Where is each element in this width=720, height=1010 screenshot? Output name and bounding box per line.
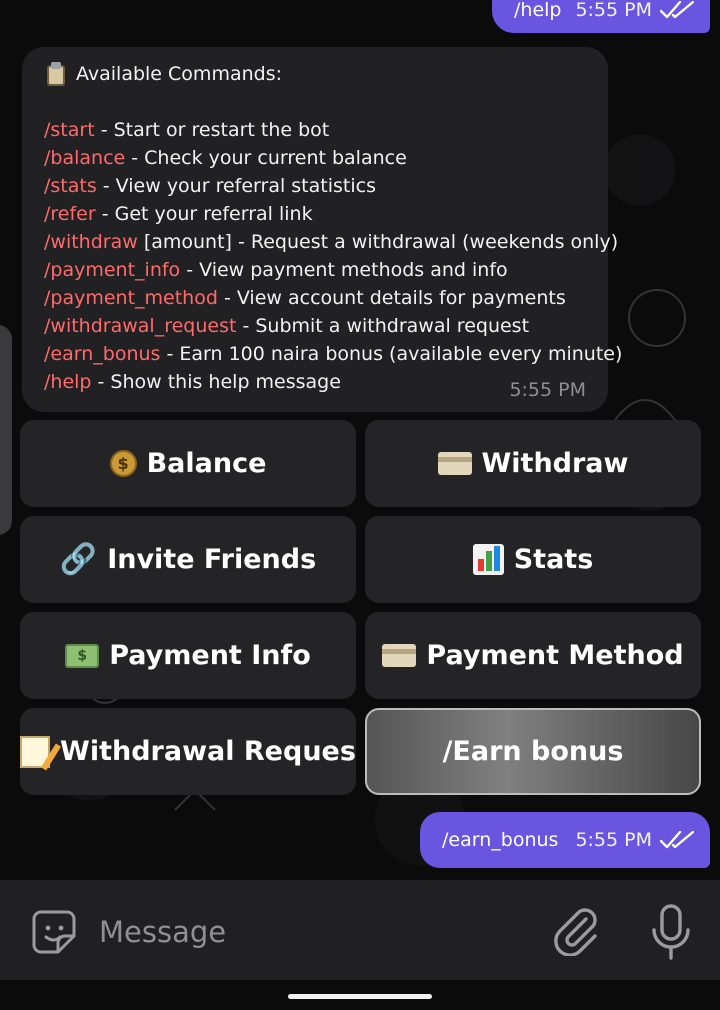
outgoing-message-help: /help 5:55 PM bbox=[492, 0, 710, 33]
double-check-icon bbox=[660, 0, 694, 18]
message-text: /help bbox=[514, 0, 562, 21]
command-description: - Show this help message bbox=[91, 371, 341, 393]
button-label: Withdrawal Reques bbox=[60, 736, 356, 767]
double-check-icon bbox=[660, 831, 694, 849]
microphone-icon[interactable] bbox=[650, 904, 692, 960]
message-input[interactable] bbox=[99, 904, 519, 959]
command-description: - Get your referral link bbox=[95, 203, 313, 225]
command-description: - Start or restart the bot bbox=[94, 119, 330, 141]
earn-bonus-button[interactable]: /Earn bonus bbox=[365, 708, 701, 795]
button-label: Balance bbox=[146, 448, 267, 479]
command-link[interactable]: /help bbox=[44, 371, 91, 393]
button-label: Stats bbox=[513, 544, 594, 575]
button-label: /Earn bonus bbox=[442, 736, 624, 767]
command-description: - View account details for payments bbox=[217, 287, 566, 309]
command-line-stats: /stats - View your referral statistics bbox=[44, 172, 588, 200]
incoming-message-available-commands: Available Commands: /start - Start or re… bbox=[22, 47, 622, 412]
link-icon: 🔗 bbox=[59, 541, 98, 577]
command-line-help: /help - Show this help message bbox=[44, 368, 588, 396]
command-link[interactable]: /payment_info bbox=[44, 259, 180, 281]
side-panel-handle[interactable] bbox=[0, 325, 12, 535]
withdraw-button[interactable]: Withdraw bbox=[365, 420, 701, 507]
money-bag-icon: $ bbox=[109, 450, 137, 477]
button-label: Withdraw bbox=[481, 448, 629, 479]
command-link[interactable]: /stats bbox=[44, 175, 97, 197]
command-line-refer: /refer - Get your referral link bbox=[44, 200, 588, 228]
help-title-text: Available Commands: bbox=[76, 63, 282, 85]
sticker-icon[interactable] bbox=[31, 909, 77, 955]
memo-icon bbox=[20, 735, 51, 768]
button-label: Payment Info bbox=[109, 640, 311, 671]
home-indicator[interactable] bbox=[288, 994, 432, 999]
button-label: Invite Friends bbox=[107, 544, 317, 575]
message-time: 5:55 PM bbox=[575, 0, 652, 21]
command-description: - Earn 100 naira bonus (available every … bbox=[160, 343, 623, 365]
credit-card-icon bbox=[437, 452, 472, 475]
command-line-withdrawal-request: /withdrawal_request - Submit a withdrawa… bbox=[44, 312, 588, 340]
command-line-payment-info: /payment_info - View payment methods and… bbox=[44, 256, 588, 284]
command-line-withdraw: /withdraw [amount] - Request a withdrawa… bbox=[44, 228, 618, 256]
withdrawal-request-button[interactable]: Withdrawal Reques bbox=[20, 708, 356, 795]
command-description: - Check your current balance bbox=[125, 147, 407, 169]
help-title: Available Commands: bbox=[44, 60, 588, 88]
bar-chart-icon bbox=[472, 544, 504, 575]
command-link[interactable]: /start bbox=[44, 119, 95, 141]
outgoing-message-earn-bonus: /earn_bonus 5:55 PM bbox=[420, 812, 710, 868]
command-description: - View your referral statistics bbox=[96, 175, 376, 197]
command-line-start: /start - Start or restart the bot bbox=[44, 116, 588, 144]
command-line-payment-method: /payment_method - View account details f… bbox=[44, 284, 588, 312]
command-description: [amount] - Request a withdrawal (weekend… bbox=[137, 231, 619, 253]
command-description: - View payment methods and info bbox=[180, 259, 508, 281]
command-link[interactable]: /payment_method bbox=[44, 287, 218, 309]
button-label: Payment Method bbox=[426, 640, 684, 671]
command-line-earn-bonus: /earn_bonus - Earn 100 naira bonus (avai… bbox=[44, 340, 622, 368]
balance-button[interactable]: $ Balance bbox=[20, 420, 356, 507]
invite-friends-button[interactable]: 🔗 Invite Friends bbox=[20, 516, 356, 603]
command-link[interactable]: /withdraw bbox=[44, 231, 138, 253]
payment-info-button[interactable]: $ Payment Info bbox=[20, 612, 356, 699]
command-link[interactable]: /withdrawal_request bbox=[44, 315, 236, 337]
command-link[interactable]: /balance bbox=[44, 147, 125, 169]
stats-button[interactable]: Stats bbox=[365, 516, 701, 603]
command-description: - Submit a withdrawal request bbox=[236, 315, 530, 337]
command-link[interactable]: /earn_bonus bbox=[44, 343, 160, 365]
cash-icon: $ bbox=[65, 643, 100, 668]
credit-card-icon bbox=[382, 644, 417, 667]
command-link[interactable]: /refer bbox=[44, 203, 96, 225]
clipboard-icon bbox=[44, 62, 68, 86]
message-time: 5:55 PM bbox=[509, 379, 586, 401]
message-text: /earn_bonus bbox=[442, 829, 559, 851]
message-time: 5:55 PM bbox=[575, 829, 652, 851]
command-line-balance: /balance - Check your current balance bbox=[44, 144, 588, 172]
paperclip-icon[interactable] bbox=[552, 906, 600, 956]
payment-method-button[interactable]: Payment Method bbox=[365, 612, 701, 699]
